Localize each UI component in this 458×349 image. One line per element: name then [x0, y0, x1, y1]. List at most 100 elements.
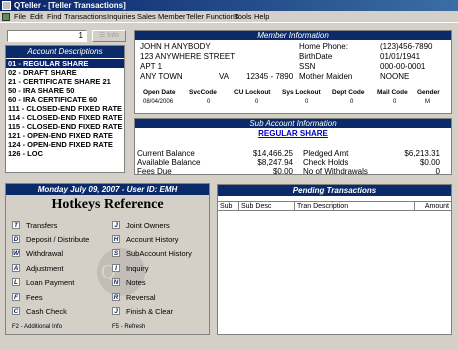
hotkey-subaccount-history[interactable]: SubAccount History — [126, 249, 192, 258]
hotkeys-title: Hotkeys Reference — [51, 197, 164, 212]
menu-transactions[interactable]: Transactions — [64, 11, 107, 23]
hotkey-withdrawal[interactable]: Withdrawal — [26, 249, 63, 258]
pending-column-headers: Sub Sub Desc Tran Description Amount — [218, 201, 451, 211]
check-holds-value: $0.00 — [419, 158, 440, 167]
hotkey-c-icon: C — [12, 307, 20, 315]
cu-lockout-value: 0 — [255, 99, 259, 105]
mail-code-value: 0 — [393, 99, 397, 105]
menu-help[interactable]: Help — [254, 11, 269, 23]
available-balance-value: $8,247.94 — [257, 158, 293, 167]
menu-edit[interactable]: Edit — [30, 11, 43, 23]
account-descriptions-panel: Account Descriptions 01 - REGULAR SHARE … — [5, 45, 125, 173]
home-phone-label: Home Phone: — [299, 42, 348, 51]
hotkey-r-icon: R — [112, 293, 120, 301]
info-button[interactable]: ☰ Info — [92, 30, 126, 42]
member-name: JOHN H ANYBODY — [140, 42, 211, 51]
member-apt: APT 1 — [140, 62, 163, 71]
mother-maiden-value: NOONE — [380, 72, 410, 81]
member-street: 123 ANYWHERE STREET — [140, 52, 236, 61]
available-balance-label: Available Balance — [137, 158, 201, 167]
mother-maiden-label: Mother Maiden — [299, 72, 353, 81]
account-number-input[interactable]: 1 — [7, 30, 87, 42]
hotkey-reversal[interactable]: Reversal — [126, 293, 156, 302]
menu-file[interactable]: File — [14, 11, 26, 23]
menu-inquiries[interactable]: Inquiries — [107, 11, 135, 23]
hotkey-fees[interactable]: Fees — [26, 293, 43, 302]
cu-lockout-header: CU Lockout — [234, 89, 271, 96]
menu-member[interactable]: Member — [158, 11, 186, 23]
hotkey-account-history[interactable]: Account History — [126, 235, 179, 244]
window-title: QTeller - [Teller Transactions] — [14, 1, 126, 10]
document-icon[interactable] — [2, 13, 10, 21]
hotkey-footer-additional-info: F2 - Additional Info — [12, 324, 63, 330]
sub-account-information-panel: Sub Account Information REGULAR SHARE Cu… — [134, 118, 452, 176]
sub-account-title[interactable]: REGULAR SHARE — [135, 129, 451, 138]
hotkey-d-icon: D — [12, 235, 20, 243]
hotkey-n-icon: N — [112, 278, 120, 286]
pledged-amt-label: Pledged Amt — [303, 149, 349, 158]
menu-tools[interactable]: Tools — [234, 11, 252, 23]
hotkey-loan-payment[interactable]: Loan Payment — [26, 278, 74, 287]
account-item[interactable]: 21 - CERTIFICATE SHARE 21 — [6, 77, 124, 86]
hotkey-deposit[interactable]: Deposit / Distribute — [26, 235, 89, 244]
menu-find[interactable]: Find — [47, 11, 62, 23]
open-date-value: 08/04/2006 — [143, 99, 174, 105]
mail-code-header: Mail Code — [377, 89, 408, 96]
hotkey-i-icon: I — [112, 264, 120, 272]
dept-code-header: Dept Code — [332, 89, 365, 96]
menu-sales[interactable]: Sales — [137, 11, 156, 23]
account-item[interactable]: 126 - LOC — [6, 149, 124, 158]
ssn-value: 000-00-0001 — [380, 62, 426, 71]
svc-code-header: SvcCode — [189, 89, 217, 96]
pledged-amt-value: $6,213.31 — [404, 149, 440, 158]
hotkey-transfers[interactable]: Transfers — [26, 221, 57, 230]
fees-due-label: Fees Due — [137, 167, 172, 176]
pending-transactions-panel: Pending Transactions Sub Sub Desc Tran D… — [217, 184, 452, 335]
column-sub-desc[interactable]: Sub Desc — [239, 202, 295, 211]
column-sub[interactable]: Sub — [218, 202, 239, 211]
member-zip: 12345 - 7890 — [246, 72, 294, 81]
account-item[interactable]: 50 - IRA SHARE 50 — [6, 86, 124, 95]
hotkey-notes[interactable]: Notes — [126, 278, 146, 287]
menu-teller-functions[interactable]: Teller Functions — [186, 11, 239, 23]
hotkey-finish-clear[interactable]: Finish & Clear — [126, 307, 173, 316]
fees-due-value: $0.00 — [272, 167, 293, 176]
column-amount[interactable]: Amount — [415, 202, 451, 211]
pending-transactions-header: Pending Transactions — [218, 185, 451, 196]
menu-bar: File Edit Find Transactions Inquiries Sa… — [0, 11, 458, 23]
hotkey-cash-check[interactable]: Cash Check — [26, 307, 67, 316]
withdrawals-value: 0 — [435, 167, 440, 176]
account-item[interactable]: 111 - CLOSED-END FIXED RATE — [6, 104, 124, 113]
hotkey-inquiry[interactable]: Inquiry — [126, 264, 149, 273]
hotkeys-panel: Monday July 09, 2007 - User ID: EMH Hotk… — [5, 183, 210, 335]
birthdate-label: BirthDate — [299, 52, 333, 61]
title-bar: QTeller - [Teller Transactions] — [0, 0, 458, 11]
hotkey-a-icon: A — [12, 264, 20, 272]
account-item[interactable]: 01 - REGULAR SHARE — [6, 59, 124, 68]
info-button-label: Info — [107, 32, 119, 39]
column-tran-description[interactable]: Tran Description — [295, 202, 415, 211]
account-item[interactable]: 124 - OPEN-END FIXED RATE — [6, 140, 124, 149]
current-balance-value: $14,466.25 — [252, 149, 293, 158]
dept-code-value: 0 — [350, 99, 354, 105]
member-city: ANY TOWN — [140, 72, 183, 81]
hotkey-t-icon: T — [12, 221, 20, 229]
account-item[interactable]: 115 - CLOSED-END FIXED RATE — [6, 122, 124, 131]
hotkey-joint-owners[interactable]: Joint Owners — [126, 221, 170, 230]
hotkey-f-icon: F — [12, 293, 20, 301]
account-item[interactable]: 02 - DRAFT SHARE — [6, 68, 124, 77]
withdrawals-label: No of Withdrawals — [303, 167, 368, 176]
gender-header: Gender — [417, 89, 440, 96]
svc-code-value: 0 — [207, 99, 211, 105]
hotkey-adjustment[interactable]: Adjustment — [26, 264, 64, 273]
account-item[interactable]: 121 - OPEN-END FIXED RATE — [6, 131, 124, 140]
account-item[interactable]: 114 - CLOSED-END FIXED RATE — [6, 113, 124, 122]
gender-value: M — [425, 99, 430, 105]
member-information-panel: Member Information JOHN H ANYBODY 123 AN… — [134, 30, 452, 114]
account-item[interactable]: 60 - IRA CERTIFICATE 60 — [6, 95, 124, 104]
hotkey-h-icon: H — [112, 235, 120, 243]
account-list: 01 - REGULAR SHARE 02 - DRAFT SHARE 21 -… — [6, 59, 124, 158]
check-holds-label: Check Holds — [303, 158, 349, 167]
hotkey-w-icon: W — [12, 249, 20, 257]
member-information-header: Member Information — [135, 31, 451, 40]
